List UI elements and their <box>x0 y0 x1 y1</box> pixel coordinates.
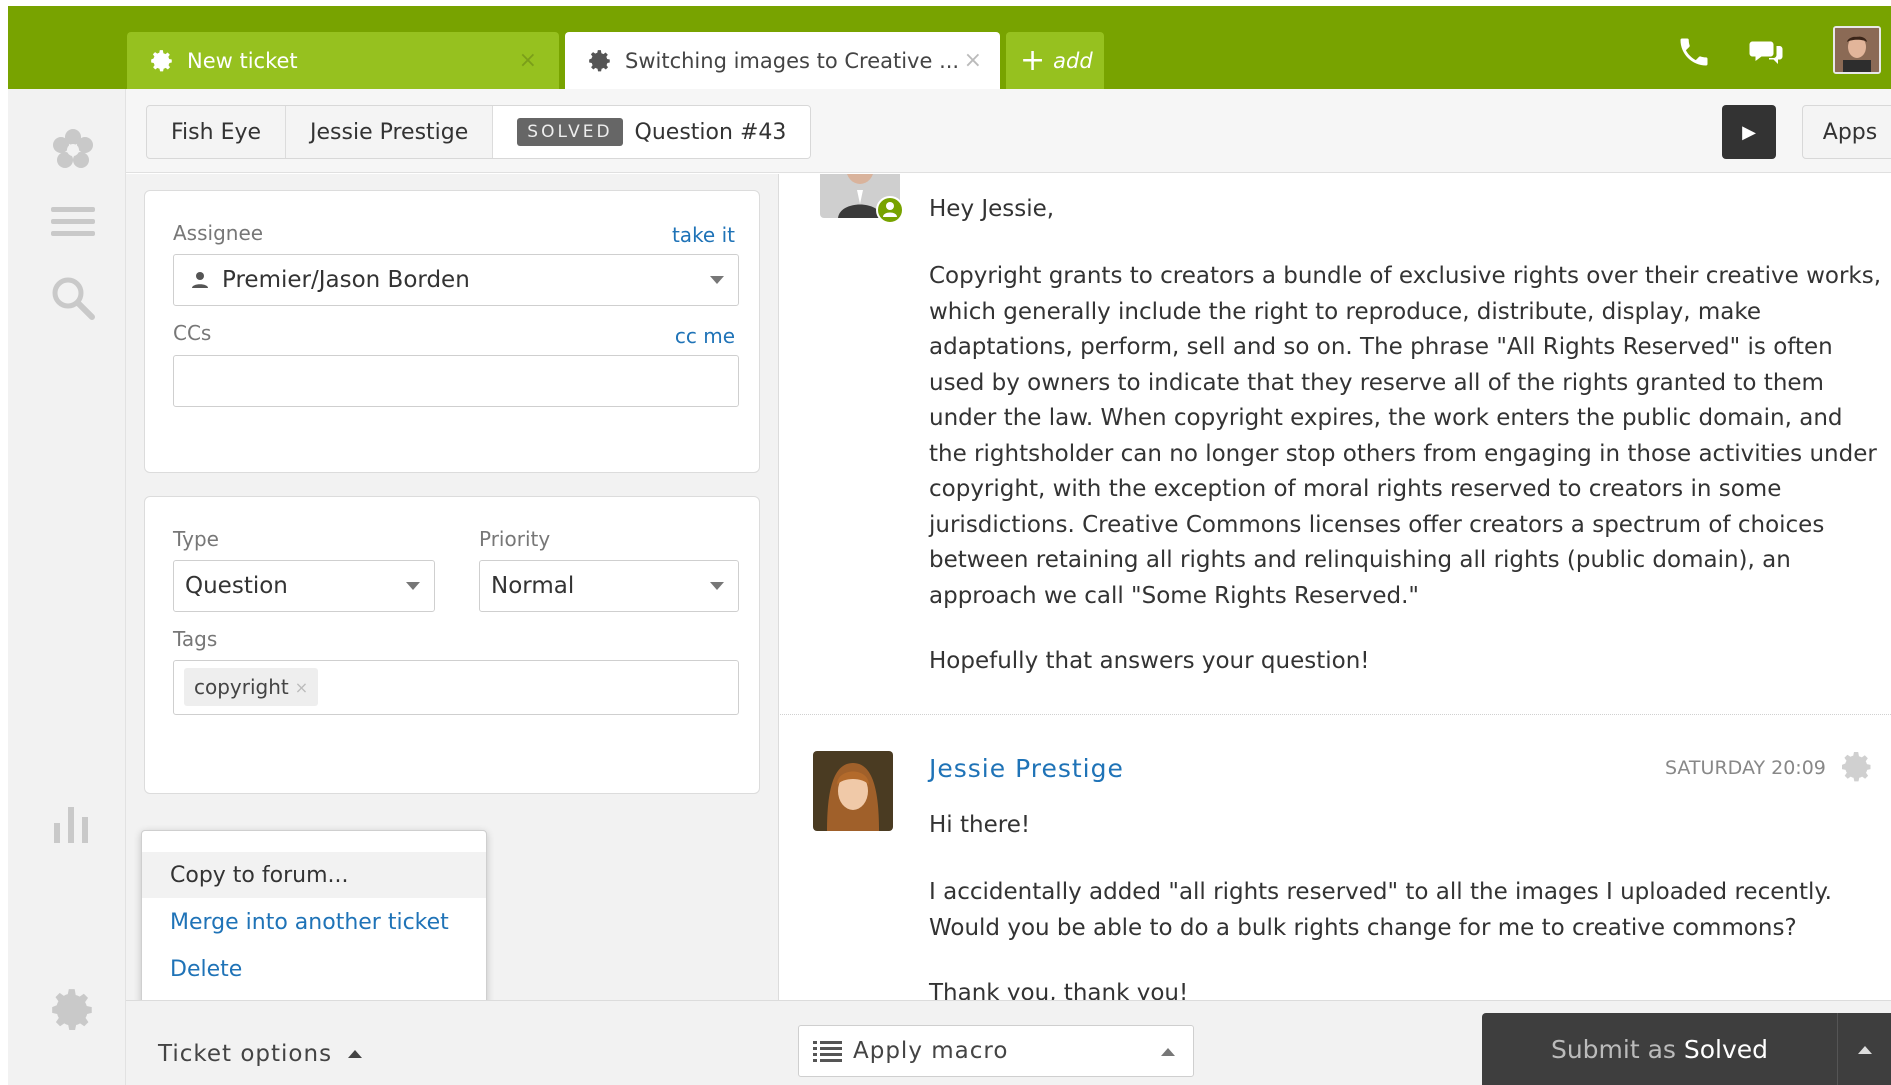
message-author[interactable]: Jessie Prestige <box>929 754 1124 783</box>
requester-avatar <box>813 751 893 831</box>
body-line: jurisdictions. Creative Commons licenses… <box>929 511 1825 538</box>
agent-badge-icon <box>876 196 904 224</box>
avatar-image <box>1835 28 1879 72</box>
menu-item-merge[interactable]: Merge into another ticket <box>142 899 486 945</box>
tab-new-ticket[interactable]: New ticket × <box>127 32 559 89</box>
breadcrumb: Fish Eye Jessie Prestige SOLVED Question… <box>146 105 812 159</box>
assignee-label: Assignee <box>173 221 264 245</box>
ticket-fields-card: Type Priority Question Normal Tags copyr… <box>144 496 760 794</box>
chat-icon[interactable] <box>1748 34 1784 70</box>
tab-label: Switching images to Creative ... <box>625 48 960 73</box>
views-list-icon[interactable] <box>48 197 98 247</box>
agent-closing: Hopefully that answers your question! <box>929 648 1370 674</box>
requester-greeting: Hi there! <box>929 812 1031 838</box>
body-line: between retaining all rights and relinqu… <box>929 547 1791 573</box>
tag-chip: copyright × <box>184 668 319 706</box>
cc-me-link[interactable]: cc me <box>675 324 735 348</box>
bottom-bar: Ticket options Apply macro Submit as Sol… <box>126 1000 1891 1085</box>
agent-body: Copyright grants to creators a bundle of… <box>929 259 1881 614</box>
body-line: approach we call "Some Rights Reserved." <box>929 582 1419 609</box>
admin-gear-icon[interactable] <box>48 985 98 1035</box>
person-icon <box>192 272 208 288</box>
assignee-value: Premier/Jason Borden <box>222 267 470 293</box>
priority-select[interactable]: Normal <box>479 560 739 612</box>
submit-options-toggle[interactable] <box>1837 1013 1891 1085</box>
submit-prefix: Submit as <box>1550 1035 1676 1064</box>
list-icon <box>813 1041 842 1062</box>
requester-closing: Thank you, thank you! <box>929 980 1189 1000</box>
tab-ticket-active[interactable]: Switching images to Creative ... × <box>565 32 1000 89</box>
breadcrumb-organization[interactable]: Fish Eye <box>147 106 287 158</box>
type-value: Question <box>185 573 288 599</box>
tag-label: copyright <box>194 675 289 699</box>
close-icon[interactable]: × <box>964 48 982 73</box>
priority-label: Priority <box>479 527 551 551</box>
gear-icon <box>151 49 172 71</box>
plus-icon: + <box>1020 42 1046 78</box>
breadcrumb-requester[interactable]: Jessie Prestige <box>286 106 494 158</box>
close-icon[interactable]: × <box>519 48 537 73</box>
assignee-select[interactable]: Premier/Jason Borden <box>173 254 739 306</box>
body-line: the rightsholder can no longer stop othe… <box>929 440 1877 467</box>
status-badge: SOLVED <box>517 118 623 146</box>
message-gear-icon[interactable] <box>1839 749 1875 785</box>
submit-button[interactable]: Submit as Solved <box>1482 1013 1891 1085</box>
body-line: used by owners to indicate that they res… <box>929 369 1824 396</box>
body-line: under the law. When copyright expires, t… <box>929 405 1843 431</box>
left-nav <box>8 89 126 1085</box>
chevron-up-icon <box>1857 1045 1872 1054</box>
tab-label: add <box>1053 48 1093 73</box>
breadcrumb-bar: Fish Eye Jessie Prestige SOLVED Question… <box>126 89 1891 173</box>
tags-input[interactable]: copyright × <box>173 660 739 715</box>
submit-status: Solved <box>1683 1035 1769 1064</box>
tab-label: New ticket <box>187 48 298 73</box>
message-divider <box>780 714 1891 715</box>
priority-value: Normal <box>491 573 575 599</box>
body-line: Copyright grants to creators a bundle of… <box>929 263 1882 289</box>
body-line: adaptations, perform, sell and so on. Th… <box>929 334 1833 360</box>
body-line: I accidentally added "all rights reserve… <box>929 879 1832 905</box>
user-avatar[interactable] <box>1833 26 1881 74</box>
take-it-link[interactable]: take it <box>672 223 735 247</box>
chevron-down-icon <box>406 582 420 590</box>
breadcrumb-ticket[interactable]: SOLVED Question #43 <box>493 106 811 158</box>
requester-body: I accidentally added "all rights reserve… <box>929 875 1832 946</box>
agent-greeting: Hey Jessie, <box>929 196 1055 222</box>
ccs-label: CCs <box>173 321 212 345</box>
apps-button[interactable]: Apps <box>1802 105 1891 159</box>
ticket-options-label: Ticket options <box>158 1041 333 1067</box>
message-timestamp: SATURDAY 20:09 <box>1665 757 1826 779</box>
chevron-up-icon <box>348 1050 363 1058</box>
top-bar: New ticket × Switching images to Creativ… <box>8 6 1891 89</box>
chevron-down-icon <box>710 276 724 284</box>
assignee-card: Assignee take it Premier/Jason Borden CC… <box>144 190 760 473</box>
body-line: Would you be able to do a bulk rights ch… <box>929 914 1797 941</box>
play-button[interactable]: ▶ <box>1722 105 1776 159</box>
conversation-pane: Hey Jessie, Copyright grants to creators… <box>780 174 1891 1000</box>
submit-label: Submit as Solved <box>1482 1035 1837 1064</box>
ccs-input[interactable] <box>173 355 739 407</box>
body-line: copyright, with the exception of moral r… <box>929 476 1782 502</box>
search-icon[interactable] <box>48 273 98 323</box>
reporting-icon[interactable] <box>48 799 98 849</box>
phone-icon[interactable] <box>1676 34 1712 70</box>
add-tab-button[interactable]: + add <box>1006 32 1104 89</box>
remove-tag-icon[interactable]: × <box>295 678 308 697</box>
zendesk-logo-icon[interactable] <box>48 125 98 175</box>
ticket-title: Question #43 <box>634 119 787 145</box>
apply-macro-label: Apply macro <box>853 1038 1009 1064</box>
type-select[interactable]: Question <box>173 560 435 612</box>
ticket-options-menu: Copy to forum... Merge into another tick… <box>141 830 487 1011</box>
tags-label: Tags <box>173 627 218 651</box>
chevron-up-icon <box>1161 1048 1175 1056</box>
chevron-down-icon <box>710 582 724 590</box>
apply-macro-select[interactable]: Apply macro <box>798 1025 1194 1077</box>
ticket-options-button[interactable]: Ticket options <box>158 1041 363 1067</box>
gear-icon <box>589 49 610 71</box>
menu-item-copy-to-forum[interactable]: Copy to forum... <box>142 852 486 898</box>
menu-item-delete[interactable]: Delete <box>142 946 486 992</box>
body-line: which generally include the right to rep… <box>929 298 1762 325</box>
type-label: Type <box>173 527 219 551</box>
